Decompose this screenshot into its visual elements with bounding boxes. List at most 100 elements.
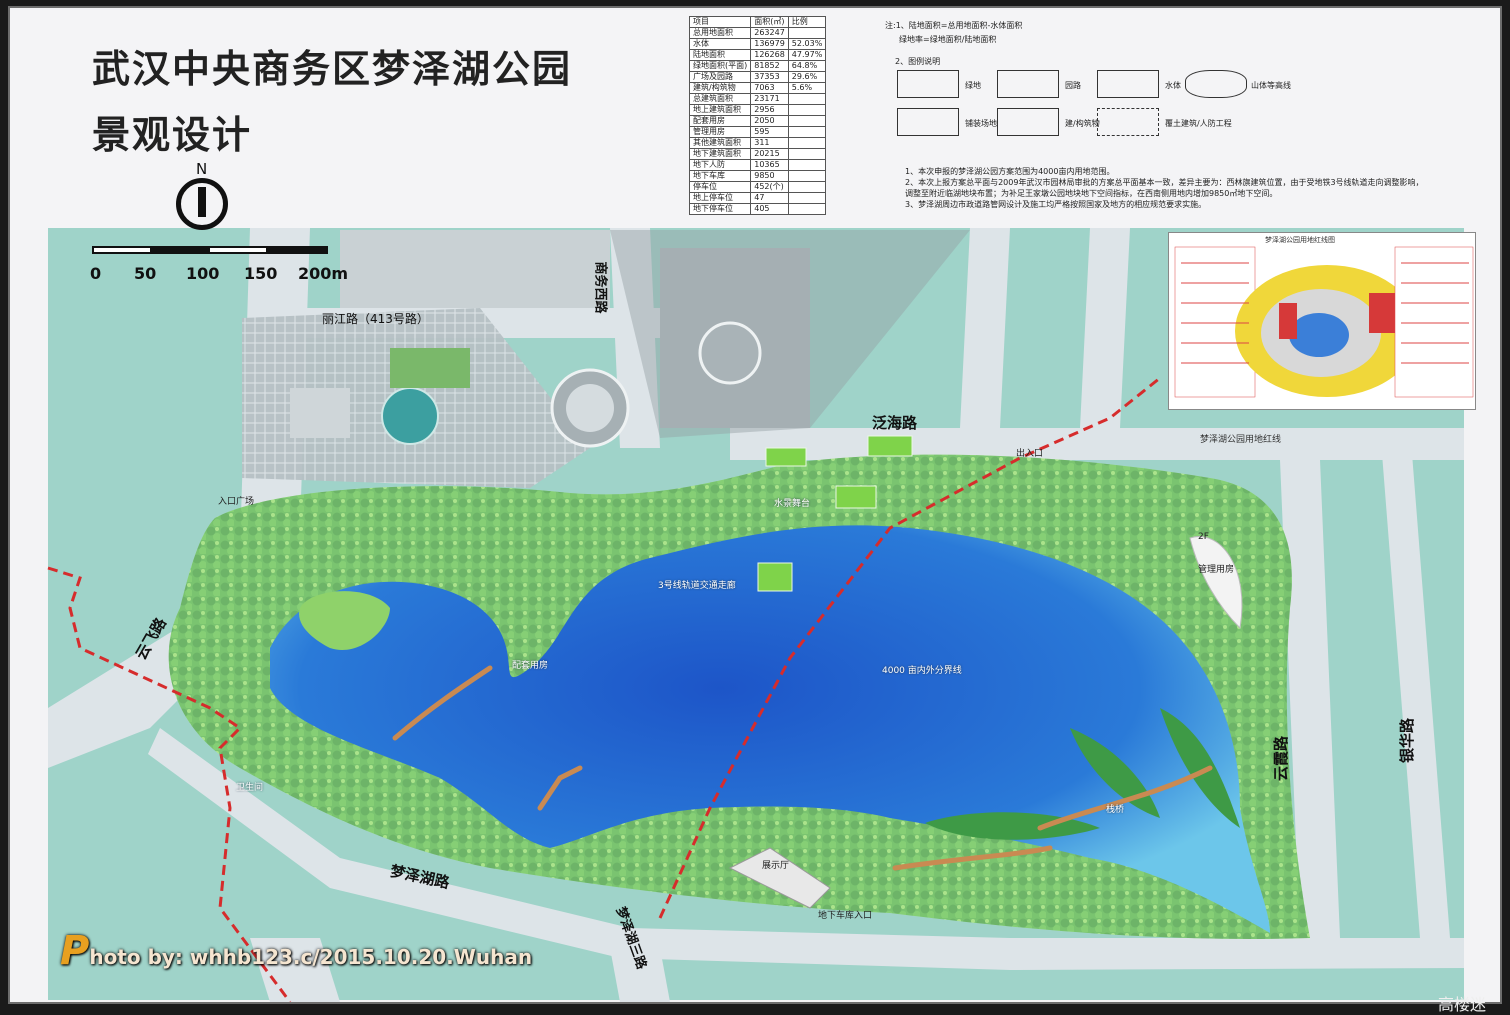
table-cell: 52.03% bbox=[787, 38, 827, 50]
note-1: 1、本次申报的梦泽湖公园方案范围为4000亩内用地范围。 bbox=[905, 167, 1115, 176]
table-header-cell: 项目 bbox=[688, 16, 752, 28]
photo-watermark: Photo by: whhb123.c/2015.10.20.Wuhan bbox=[60, 928, 532, 974]
legend-green-icon bbox=[897, 70, 959, 98]
legend: 注:1、陆地面积=总用地面积-水体面积 绿地率=绿地面积/陆地面积 2、图例说明… bbox=[885, 16, 1475, 228]
table-cell: 建筑/构筑物 bbox=[688, 82, 752, 94]
scale-bar bbox=[92, 246, 328, 256]
legend-contour-icon bbox=[1185, 70, 1247, 98]
table-cell: 管理用房 bbox=[688, 126, 752, 138]
north-label: N bbox=[196, 160, 208, 178]
watermark-text: hoto by: whhb123.c/2015.10.20.Wuhan bbox=[89, 945, 533, 969]
road-label-northwest: 商务西路 bbox=[592, 261, 608, 314]
district-line-label: 4000 亩内外分界线 bbox=[882, 666, 962, 676]
table-cell: 停车位 bbox=[688, 181, 752, 193]
metro-label: 3号线轨道交通走廊 bbox=[658, 581, 736, 591]
table-row: 总用地面积 263247 bbox=[688, 27, 827, 39]
brand-logo: 高楼迷 bbox=[1438, 995, 1487, 1014]
legend-note-2: 绿地率=绿地面积/陆地面积 bbox=[899, 35, 997, 44]
table-cell bbox=[787, 170, 827, 182]
table-row: 其他建筑面积 311 bbox=[688, 137, 827, 149]
page-title: 武汉中央商务区梦泽湖公园 bbox=[92, 47, 573, 91]
table-cell: 2050 bbox=[750, 115, 789, 127]
legend-label-building: 建/构筑物 bbox=[1065, 119, 1100, 128]
table-cell bbox=[787, 148, 827, 160]
table-cell: 136979 bbox=[750, 38, 789, 50]
legend-label-paving: 铺装场地 bbox=[965, 119, 997, 128]
legend-section: 2、图例说明 bbox=[895, 57, 941, 66]
scale-tick-100: 100 bbox=[186, 264, 220, 283]
table-cell: 总用地面积 bbox=[688, 27, 752, 39]
statistics-table: 项目 面积(㎡) 比例 总用地面积 263247 水体 136979 52.03% 陆地面积 12… bbox=[688, 16, 827, 215]
table-cell bbox=[787, 93, 827, 105]
table-cell bbox=[787, 192, 827, 204]
table-cell: 311 bbox=[750, 137, 789, 149]
note-3: 调整至附近临湖地块布置；为补足王家墩公园地块地下空间指标，在西南侧用地内增加98… bbox=[905, 189, 1278, 198]
stage-label: 水景舞台 bbox=[774, 499, 811, 509]
table-cell: 263247 bbox=[750, 27, 789, 39]
table-cell: 陆地面积 bbox=[688, 49, 752, 61]
boundary-label: 梦泽湖公园用地红线 bbox=[1200, 435, 1282, 445]
table-cell: 绿地面积(平面) bbox=[688, 60, 752, 72]
scale-tick-50: 50 bbox=[134, 264, 157, 283]
table-cell bbox=[787, 115, 827, 127]
table-row: 总建筑面积 23171 bbox=[688, 93, 827, 105]
entrance-label: 出入口 bbox=[1016, 449, 1044, 459]
table-cell: 地上建筑面积 bbox=[688, 104, 752, 116]
table-row: 陆地面积 126268 47.97% bbox=[688, 49, 827, 61]
inset-map: 梦泽湖公园用地红线图 bbox=[1168, 232, 1476, 410]
map-board: 武汉中央商务区梦泽湖公园 景观设计 N 0 50 100 150 200m 项目… bbox=[8, 6, 1502, 1014]
table-cell: 9850 bbox=[750, 170, 789, 182]
road-label-east: 云霞路 bbox=[1272, 735, 1291, 782]
table-cell: 10365 bbox=[750, 159, 789, 171]
table-cell bbox=[787, 27, 827, 39]
legend-paving-icon bbox=[897, 108, 959, 136]
note-2: 2、本次上报方案总平面与2009年武汉市园林局审批的方案总平面基本一致，差异主要… bbox=[905, 178, 1424, 187]
table-cell bbox=[787, 104, 827, 116]
table-cell bbox=[787, 159, 827, 171]
table-cell: 广场及园路 bbox=[688, 71, 752, 83]
table-cell: 5.6% bbox=[787, 82, 827, 94]
table-row: 绿地面积(平面) 81852 64.8% bbox=[688, 60, 827, 72]
table-row: 地下停车位 405 bbox=[688, 203, 827, 215]
entrance-plaza-label: 入口广场 bbox=[218, 497, 255, 507]
road-label-north-road: 丽江路（413号路） bbox=[322, 312, 429, 326]
legend-path-icon bbox=[997, 70, 1059, 98]
table-cell: 配套用房 bbox=[688, 115, 752, 127]
table-header-cell: 面积(㎡) bbox=[750, 16, 789, 28]
exhibition-label: 展示厅 bbox=[762, 861, 790, 871]
legend-label-green: 绿地 bbox=[965, 81, 981, 90]
table-cell: 2956 bbox=[750, 104, 789, 116]
legend-underground-icon bbox=[1097, 108, 1159, 136]
scale-tick-0: 0 bbox=[90, 264, 102, 283]
table-row: 地上停车位 47 bbox=[688, 192, 827, 204]
table-header-row: 项目 面积(㎡) 比例 bbox=[688, 16, 827, 28]
table-cell: 405 bbox=[750, 203, 789, 215]
table-header-cell: 比例 bbox=[787, 16, 827, 28]
table-cell: 地下停车位 bbox=[688, 203, 752, 215]
legend-label-path: 园路 bbox=[1065, 81, 1081, 90]
table-row: 地下人防 10365 bbox=[688, 159, 827, 171]
table-row: 地上建筑面积 2956 bbox=[688, 104, 827, 116]
table-cell: 其他建筑面积 bbox=[688, 137, 752, 149]
legend-label-underground: 覆土建筑/人防工程 bbox=[1165, 119, 1232, 128]
legend-notes: 1、本次申报的梦泽湖公园方案范围为4000亩内用地范围。 2、本次上报方案总平面… bbox=[905, 166, 1424, 210]
road-label-north: 泛海路 bbox=[872, 414, 918, 432]
table-cell: 47.97% bbox=[787, 49, 827, 61]
table-cell: 29.6% bbox=[787, 71, 827, 83]
table-row: 配套用房 2050 bbox=[688, 115, 827, 127]
table-cell: 37353 bbox=[750, 71, 789, 83]
table-cell: 总建筑面积 bbox=[688, 93, 752, 105]
watermark-mark: P bbox=[60, 928, 90, 974]
legend-label-water: 水体 bbox=[1165, 81, 1181, 90]
legend-note-1: 注:1、陆地面积=总用地面积-水体面积 bbox=[885, 21, 1023, 30]
scale-tick-150: 150 bbox=[244, 264, 278, 283]
table-cell: 地上停车位 bbox=[688, 192, 752, 204]
scale-tick-200: 200m bbox=[298, 264, 349, 283]
table-row: 停车位 452(个) bbox=[688, 181, 827, 193]
service-label: 配套用房 bbox=[512, 661, 549, 671]
table-row: 地下车库 9850 bbox=[688, 170, 827, 182]
table-cell bbox=[787, 126, 827, 138]
underground-entrance-label: 地下车库入口 bbox=[818, 911, 873, 921]
legend-water-icon bbox=[1097, 70, 1159, 98]
inset-drawing bbox=[1174, 246, 1474, 398]
